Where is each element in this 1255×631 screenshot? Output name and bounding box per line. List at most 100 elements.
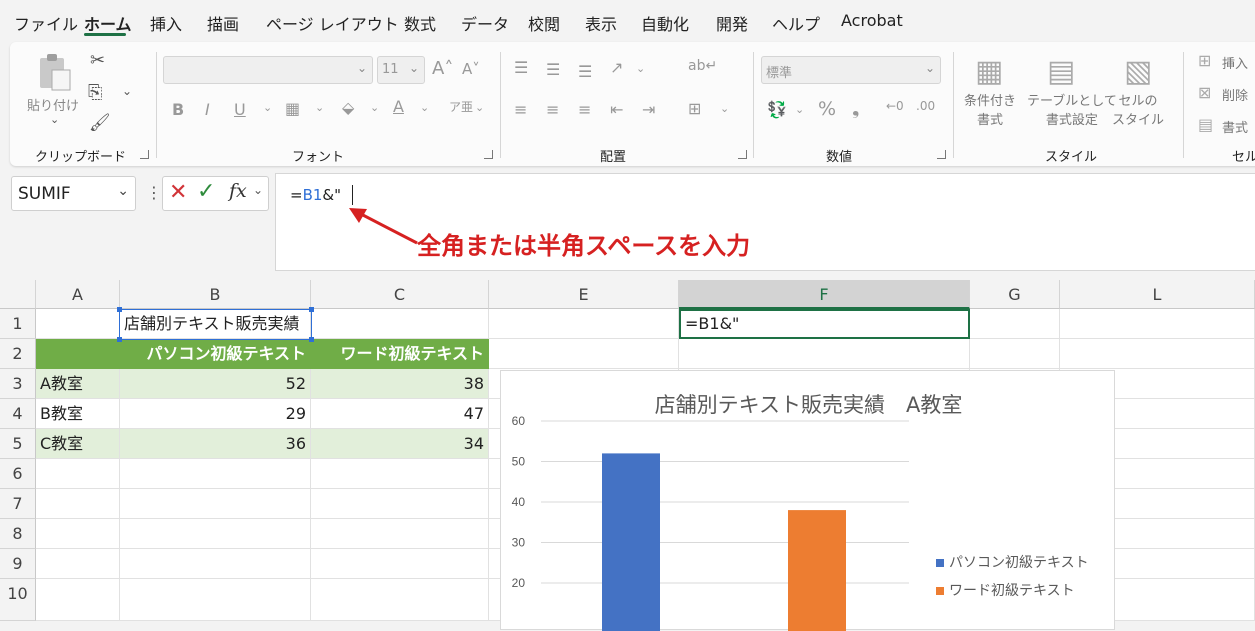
- reference-handle[interactable]: [309, 307, 314, 312]
- chevron-down-icon[interactable]: ⌄: [420, 101, 429, 114]
- alignment-dialog-launcher-icon[interactable]: [738, 150, 747, 159]
- cell-f1-editing[interactable]: =B1&": [679, 309, 970, 339]
- cell-a5[interactable]: C教室: [36, 429, 120, 459]
- grid-cell[interactable]: [120, 489, 311, 519]
- chevron-down-icon[interactable]: ⌄: [253, 183, 263, 197]
- number-format-combo[interactable]: 標準 ⌄: [761, 56, 941, 84]
- percent-icon[interactable]: %: [818, 98, 836, 120]
- align-bottom-icon[interactable]: ☰: [578, 62, 592, 81]
- formula-bar-grip-icon[interactable]: ⋮: [146, 183, 162, 202]
- menu-formulas[interactable]: 数式: [404, 11, 436, 35]
- format-cells-label[interactable]: 書式: [1222, 117, 1248, 136]
- paste-label[interactable]: 貼り付け: [27, 95, 79, 114]
- menu-review[interactable]: 校閲: [528, 11, 560, 35]
- paste-icon[interactable]: [36, 52, 74, 92]
- decrease-indent-icon[interactable]: ⇤: [610, 100, 623, 119]
- font-size-combo[interactable]: 11 ⌄: [377, 56, 425, 84]
- font-color-icon[interactable]: A: [393, 97, 404, 116]
- menu-page-layout[interactable]: ページ レイアウト: [266, 11, 399, 35]
- paste-dropdown-icon[interactable]: ⌄: [50, 113, 59, 126]
- reference-handle[interactable]: [309, 337, 314, 342]
- clipboard-dialog-launcher-icon[interactable]: [140, 150, 149, 159]
- row-header-6[interactable]: 6: [0, 459, 36, 489]
- grid-cell[interactable]: [970, 309, 1060, 339]
- row-header-10[interactable]: 10: [0, 579, 36, 621]
- grid-cell[interactable]: [311, 579, 489, 621]
- menu-developer[interactable]: 開発: [716, 11, 748, 35]
- reference-handle[interactable]: [117, 307, 122, 312]
- conditional-formatting-label[interactable]: 条件付き 書式: [964, 92, 1016, 130]
- cut-icon[interactable]: ✂: [90, 50, 105, 71]
- conditional-formatting-icon[interactable]: ▦: [975, 54, 1003, 89]
- grid-cell[interactable]: [489, 339, 679, 369]
- menu-help[interactable]: ヘルプ: [772, 11, 820, 35]
- cell-a4[interactable]: B教室: [36, 399, 120, 429]
- grid-cell[interactable]: [970, 339, 1060, 369]
- cell-c3[interactable]: 38: [311, 369, 489, 399]
- cell-b2[interactable]: パソコン初級テキスト: [120, 339, 311, 369]
- italic-icon[interactable]: I: [205, 100, 210, 119]
- delete-cells-label[interactable]: 削除: [1222, 85, 1248, 104]
- copy-dropdown-icon[interactable]: ⌄: [122, 84, 132, 98]
- currency-icon[interactable]: 💱: [767, 100, 787, 119]
- grid-cell[interactable]: [120, 519, 311, 549]
- cell-a3[interactable]: A教室: [36, 369, 120, 399]
- decrease-decimal-icon[interactable]: .00: [916, 99, 935, 113]
- orientation-icon[interactable]: ↗: [610, 58, 623, 77]
- merge-cells-icon[interactable]: ⊞: [688, 99, 701, 118]
- format-as-table-label[interactable]: テーブルとして 書式設定: [1027, 92, 1117, 130]
- align-top-icon[interactable]: ☰: [514, 58, 528, 77]
- grid-cell[interactable]: [36, 489, 120, 519]
- phonetic-guide-icon[interactable]: ア亜: [449, 98, 473, 115]
- row-header-8[interactable]: 8: [0, 519, 36, 549]
- chevron-down-icon[interactable]: ⌄: [315, 101, 324, 114]
- increase-decimal-icon[interactable]: ←0: [886, 99, 904, 113]
- number-dialog-launcher-icon[interactable]: [937, 150, 946, 159]
- column-header-a[interactable]: A: [36, 280, 120, 309]
- cell-styles-icon[interactable]: ▧: [1124, 54, 1152, 89]
- chevron-down-icon[interactable]: ⌄: [370, 101, 379, 114]
- row-header-2[interactable]: 2: [0, 339, 36, 369]
- column-header-g[interactable]: G: [970, 280, 1060, 309]
- font-name-combo[interactable]: ⌄: [163, 56, 373, 84]
- bar-1[interactable]: [788, 510, 846, 631]
- row-header-4[interactable]: 4: [0, 399, 36, 429]
- format-as-table-icon[interactable]: ▤: [1047, 54, 1075, 89]
- grid-cell[interactable]: [489, 309, 679, 339]
- align-center-icon[interactable]: ≡: [546, 100, 559, 119]
- menu-view[interactable]: 表示: [585, 11, 617, 35]
- menu-draw[interactable]: 描画: [207, 11, 239, 35]
- grid-cell[interactable]: [36, 579, 120, 621]
- grid-cell[interactable]: [36, 519, 120, 549]
- reference-handle[interactable]: [117, 337, 122, 342]
- insert-function-icon[interactable]: fx: [229, 180, 247, 202]
- cell-c2[interactable]: ワード初級テキスト: [311, 339, 489, 369]
- fill-color-icon[interactable]: ⬙: [342, 98, 354, 117]
- row-header-1[interactable]: 1: [0, 309, 36, 339]
- column-header-c[interactable]: C: [311, 280, 489, 309]
- menu-data[interactable]: データ: [461, 11, 509, 35]
- format-cells-icon[interactable]: ▤: [1198, 115, 1213, 134]
- menu-home[interactable]: ホーム: [84, 11, 132, 35]
- chart[interactable]: 店舗別テキスト販売実績 A教室 60 50 40 30 20 パソコン初級テキスト ワー…: [500, 370, 1115, 631]
- insert-cells-label[interactable]: 挿入: [1222, 53, 1248, 72]
- chevron-down-icon[interactable]: ⌄: [795, 103, 804, 116]
- cell-b4[interactable]: 29: [120, 399, 311, 429]
- decrease-font-icon[interactable]: A˅: [462, 60, 480, 78]
- column-header-f[interactable]: F: [679, 280, 970, 309]
- chevron-down-icon[interactable]: ⌄: [263, 101, 272, 114]
- borders-icon[interactable]: ▦: [285, 99, 300, 118]
- cancel-icon[interactable]: ✕: [169, 180, 187, 205]
- row-header-5[interactable]: 5: [0, 429, 36, 459]
- chevron-down-icon[interactable]: ⌄: [117, 183, 129, 199]
- cell-b5[interactable]: 36: [120, 429, 311, 459]
- increase-indent-icon[interactable]: ⇥: [642, 100, 655, 119]
- name-box[interactable]: SUMIF ⌄: [11, 176, 136, 211]
- cell-styles-label[interactable]: セルの スタイル: [1112, 92, 1164, 130]
- grid-cell[interactable]: [120, 549, 311, 579]
- comma-style-icon[interactable]: ❟: [852, 97, 859, 119]
- enter-icon[interactable]: ✓: [197, 179, 215, 204]
- cell-c4[interactable]: 47: [311, 399, 489, 429]
- bold-icon[interactable]: B: [172, 100, 184, 119]
- cell-b3[interactable]: 52: [120, 369, 311, 399]
